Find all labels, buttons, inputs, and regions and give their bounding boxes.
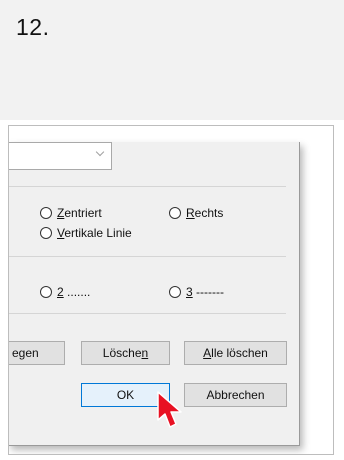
radio-leader-3[interactable]: 3 -------	[169, 285, 224, 299]
step-banner: 12.	[0, 0, 344, 120]
ok-button-label: OK	[116, 388, 135, 402]
delete-all-button[interactable]: Alle löschen	[184, 341, 287, 365]
set-button[interactable]: egen	[9, 341, 65, 365]
radio-right[interactable]: Rechts	[169, 206, 223, 220]
separator	[9, 313, 286, 314]
cancel-button[interactable]: Abbrechen	[184, 383, 287, 407]
set-button-label: egen	[12, 346, 39, 360]
delete-all-button-label: Alle löschen	[203, 346, 268, 360]
radio-centered-label: Zentriert	[57, 206, 102, 220]
radio-leader-2[interactable]: 2 .......	[40, 285, 90, 299]
radio-circle-icon[interactable]	[40, 207, 52, 219]
step-number: 12.	[16, 14, 50, 40]
radio-centered[interactable]: Zentriert	[40, 206, 102, 220]
delete-button-label: Löschen	[102, 346, 149, 360]
radio-vertical-line-label: Vertikale Linie	[57, 226, 132, 240]
radio-vertical-line[interactable]: Vertikale Linie	[40, 226, 132, 240]
mouse-pointer-icon	[157, 391, 182, 428]
delete-button[interactable]: Löschen	[81, 341, 170, 365]
cancel-button-label: Abbrechen	[206, 388, 265, 402]
radio-leader-3-label: 3 -------	[186, 285, 224, 299]
radio-circle-icon[interactable]	[40, 286, 52, 298]
radio-leader-2-label: 2 .......	[57, 285, 91, 299]
tab-stop-combobox[interactable]	[9, 142, 112, 170]
radio-right-label: Rechts	[186, 206, 224, 220]
radio-circle-icon[interactable]	[40, 227, 52, 239]
radio-circle-icon[interactable]	[169, 207, 181, 219]
radio-circle-icon[interactable]	[169, 286, 181, 298]
chevron-down-icon[interactable]	[95, 147, 105, 157]
separator	[9, 186, 286, 187]
separator	[9, 256, 286, 257]
